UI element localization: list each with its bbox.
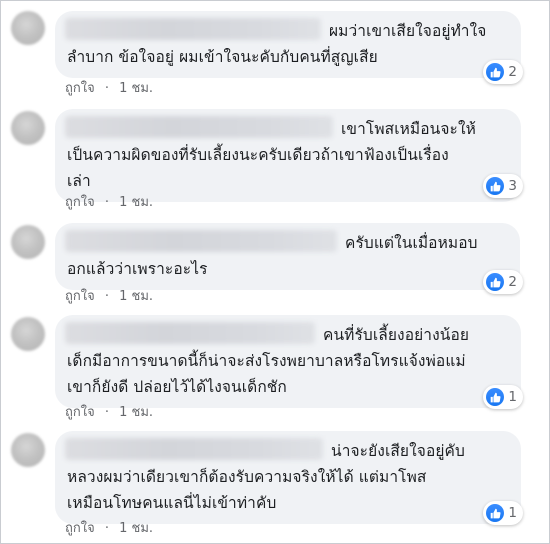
comment-text: ครับแต่ในเมื่อหมอบ อกแล้วว่าเพราะอะไร (67, 230, 508, 282)
comment-bubble: ผมว่าเขาเสียใจอยู่ทำใจ ลำบาก ข้อใจอยู่ ผ… (55, 11, 521, 78)
reaction-badge[interactable]: 1 (483, 501, 523, 525)
comment-line: เป็นความผิดของที่รับเลี้ยงนะครับเดียวถ้า… (67, 146, 449, 164)
separator: · (104, 81, 109, 96)
comment-line: เด็กมีอาการขนาดนี้ก็น่าจะส่งโรงพยาบาลหรื… (67, 352, 466, 370)
timestamp[interactable]: 1 ชม. (119, 521, 153, 536)
like-icon (486, 177, 505, 195)
separator: · (104, 405, 109, 420)
comment-bubble: น่าจะยังเสียใจอยู่คับ หลวงผมว่าเดียวเขาก… (55, 431, 521, 524)
comment-bubble: ครับแต่ในเมื่อหมอบ อกแล้วว่าเพราะอะไร (55, 223, 520, 290)
reaction-count: 2 (508, 64, 517, 80)
reaction-badge[interactable]: 1 (483, 385, 523, 409)
comment-line: ลำบาก ข้อใจอยู่ ผมเข้าใจนะคับกับคนที่สูญ… (67, 48, 378, 66)
like-link[interactable]: ถูกใจ (65, 521, 95, 536)
timestamp[interactable]: 1 ชม. (119, 289, 153, 304)
comment-line: หลวงผมว่าเดียวเขาก็ต้องรับความจริงให้ได้… (67, 468, 427, 486)
reaction-count: 3 (508, 178, 517, 194)
comment-line: ผมว่าเขาเสียใจอยู่ทำใจ (329, 22, 487, 40)
comment-line: เหมือนโทษคนแลนี่ไม่เข้าท่าคับ (67, 494, 277, 512)
avatar[interactable] (11, 225, 45, 259)
like-link[interactable]: ถูกใจ (65, 405, 95, 420)
like-icon (486, 388, 505, 406)
reaction-badge[interactable]: 2 (483, 60, 523, 84)
comment-thread: ผมว่าเขาเสียใจอยู่ทำใจ ลำบาก ข้อใจอยู่ ผ… (0, 0, 550, 544)
comment-line: น่าจะยังเสียใจอยู่คับ (331, 442, 465, 460)
reaction-badge[interactable]: 3 (483, 174, 523, 198)
separator: · (104, 195, 109, 210)
comment-meta: ถูกใจ · 1 ชม. (65, 77, 159, 98)
comment-line: เขาก็ยังดี ปล่อยไว้ได้ไงจนเด็กชัก (67, 378, 287, 396)
timestamp[interactable]: 1 ชม. (119, 81, 153, 96)
comment-line: คนที่รับเลี้ยงอย่างน้อย (323, 326, 470, 344)
avatar[interactable] (11, 11, 45, 45)
comment-text: คนที่รับเลี้ยงอย่างน้อย เด็กมีอาการขนาดน… (67, 322, 509, 400)
like-link[interactable]: ถูกใจ (65, 81, 95, 96)
comment-line: อกแล้วว่าเพราะอะไร (67, 260, 208, 278)
comment-text: ผมว่าเขาเสียใจอยู่ทำใจ ลำบาก ข้อใจอยู่ ผ… (67, 18, 509, 70)
avatar[interactable] (11, 433, 45, 467)
comment-meta: ถูกใจ · 1 ชม. (65, 285, 159, 306)
comment-bubble: เขาโพสเหมือนจะให้ เป็นความผิดของที่รับเล… (55, 109, 521, 202)
comment-meta: ถูกใจ · 1 ชม. (65, 191, 159, 212)
like-icon (486, 63, 505, 81)
separator: · (104, 521, 109, 536)
avatar[interactable] (11, 317, 45, 351)
like-icon (486, 504, 505, 522)
reaction-count: 1 (508, 505, 517, 521)
reaction-count: 2 (508, 274, 517, 290)
comment-meta: ถูกใจ · 1 ชม. (65, 517, 159, 538)
avatar[interactable] (11, 111, 45, 145)
like-link[interactable]: ถูกใจ (65, 289, 95, 304)
comment-text: เขาโพสเหมือนจะให้ เป็นความผิดของที่รับเล… (67, 116, 509, 194)
timestamp[interactable]: 1 ชม. (119, 195, 153, 210)
reaction-count: 1 (508, 389, 517, 405)
like-link[interactable]: ถูกใจ (65, 195, 95, 210)
comment-line: ครับแต่ในเมื่อหมอบ (345, 234, 478, 252)
like-icon (486, 273, 505, 291)
comment-meta: ถูกใจ · 1 ชม. (65, 401, 159, 422)
reaction-badge[interactable]: 2 (483, 270, 523, 294)
timestamp[interactable]: 1 ชม. (119, 405, 153, 420)
separator: · (104, 289, 109, 304)
comment-text: น่าจะยังเสียใจอยู่คับ หลวงผมว่าเดียวเขาก… (67, 438, 509, 516)
comment-bubble: คนที่รับเลี้ยงอย่างน้อย เด็กมีอาการขนาดน… (55, 315, 521, 408)
comment-line: เขาโพสเหมือนจะให้ (341, 120, 476, 138)
